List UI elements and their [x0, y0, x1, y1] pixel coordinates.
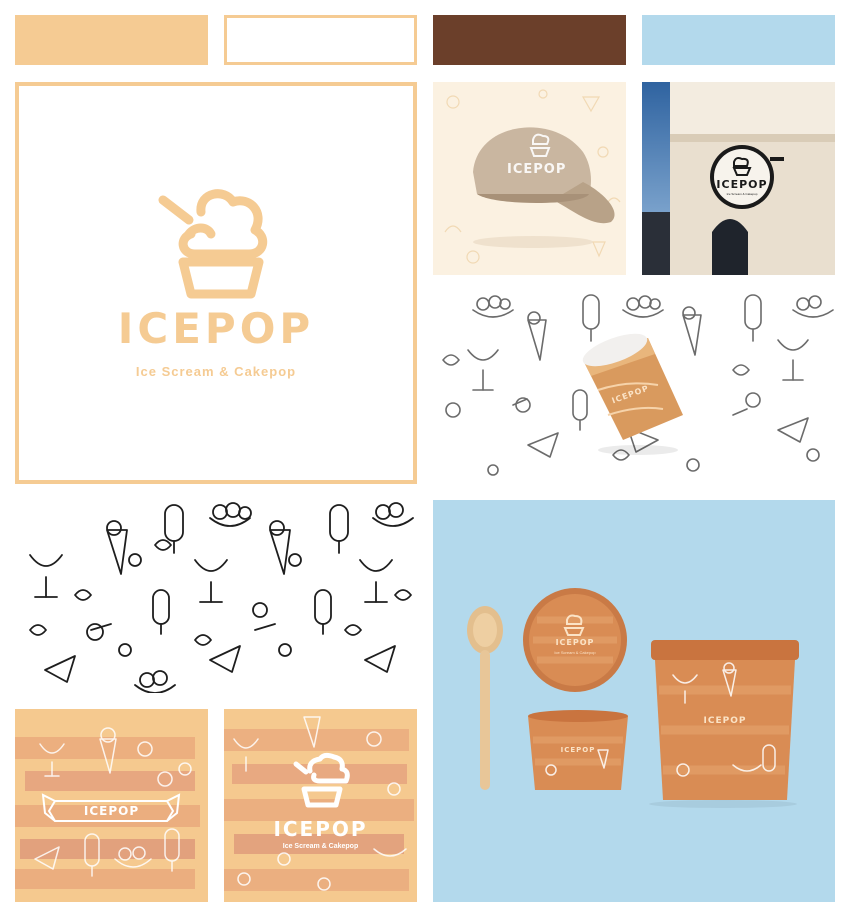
main-logo-brand: ICEPOP [117, 304, 315, 353]
doodle-pattern-black [29, 502, 414, 693]
small-cup-brand: ICEPOP [560, 746, 596, 754]
cap-brand: ICEPOP [507, 162, 567, 177]
large-tub-brand: ICEPOP [703, 716, 747, 726]
brush-stroke-background [224, 716, 414, 891]
lid-tagline: Ice Scream & Cakepop [554, 650, 596, 655]
main-logo-panel: ICEPOP Ice Scream & Cakepop [15, 82, 417, 484]
cap-mockup-panel: ICEPOP [433, 82, 626, 275]
sign-tagline: Ice Scream & Cakepop [726, 192, 758, 196]
cup-pattern-panel: ICEPOP [433, 290, 835, 483]
wooden-spoon-icon [467, 606, 503, 790]
doodle-pattern-panel [15, 500, 417, 693]
ice-cream-cup-icon [158, 189, 268, 299]
sign-brand: ICEPOP [716, 178, 768, 191]
banner-card-panel: ICEPOP [15, 709, 208, 902]
banner-brand: ICEPOP [83, 804, 140, 818]
logo-card-panel: ICEPOP Ice Scream & Cakepop [224, 709, 417, 902]
swatch-light-blue [642, 15, 835, 65]
shop-sign-panel: ICEPOP Ice Scream & Cakepop [642, 82, 835, 275]
cap-icon [473, 127, 615, 248]
logo-card-tagline: Ice Scream & Cakepop [282, 843, 359, 850]
swatch-brown [433, 15, 626, 65]
main-logo-tagline: Ice Scream & Cakepop [135, 364, 297, 379]
packaging-panel: ICEPOP Ice Scream & Cakepop ICEPOP ICEPO… [433, 500, 835, 902]
cap-pattern-background [444, 89, 621, 264]
swatch-white [224, 15, 417, 65]
doodle-pattern-gray [442, 294, 834, 476]
swatch-peach [15, 15, 208, 65]
packaging-illustration [467, 588, 799, 808]
logo-card-brand: ICEPOP [273, 817, 368, 841]
lid-brand: ICEPOP [555, 638, 595, 647]
